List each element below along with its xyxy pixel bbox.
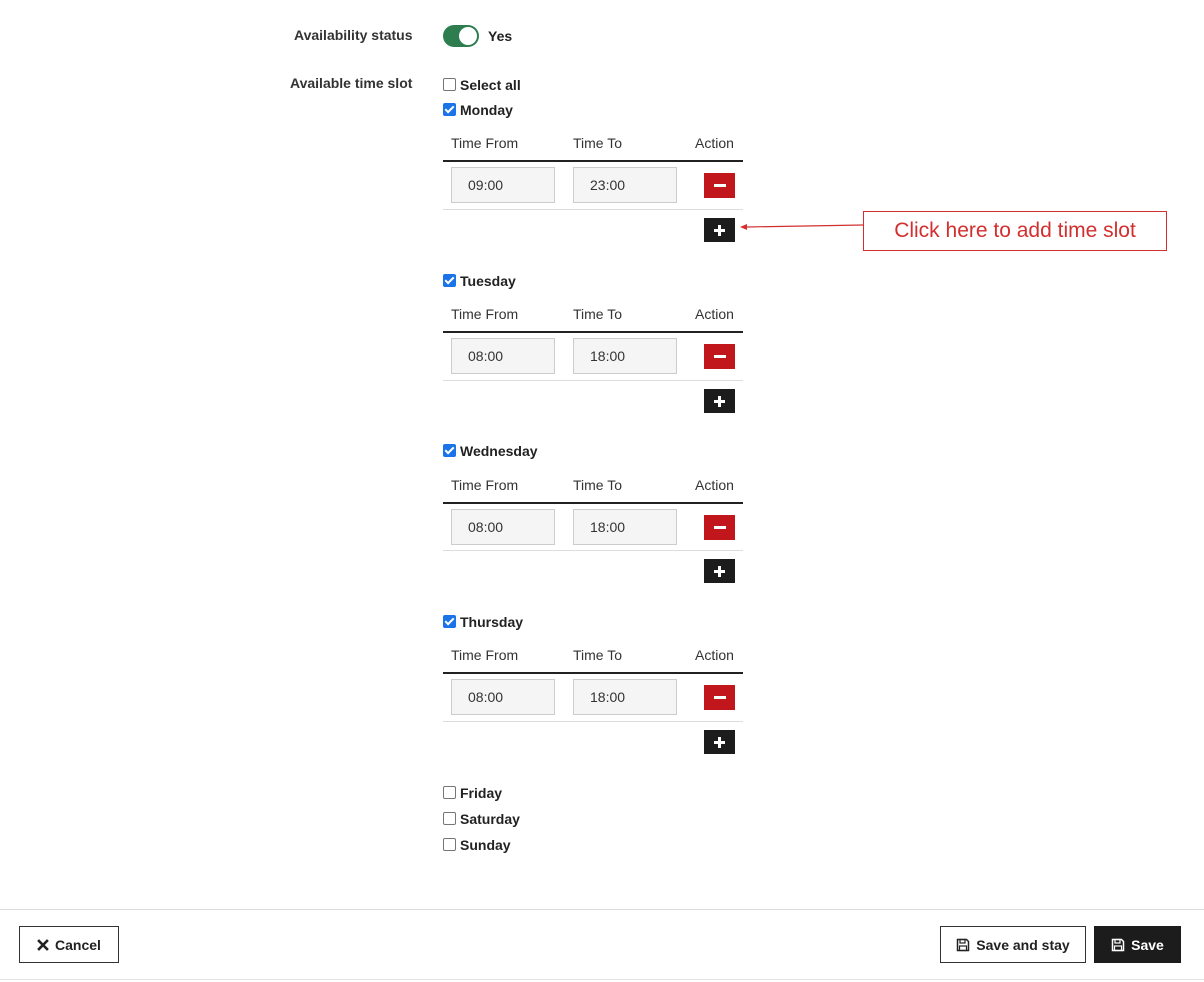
monday-col-time-to: Time To	[573, 135, 623, 151]
tuesday-checkbox[interactable]	[443, 274, 456, 287]
select-all-checkbox[interactable]	[443, 78, 456, 91]
wednesday-time-from-input[interactable]: 08:00	[451, 509, 555, 545]
available-time-slot-label: Available time slot	[290, 75, 413, 91]
thursday-add-slot-button[interactable]	[704, 730, 735, 754]
monday-remove-slot-button[interactable]	[704, 173, 735, 198]
thursday-col-time-from: Time From	[451, 647, 519, 663]
thursday-time-from-input[interactable]: 08:00	[451, 679, 555, 715]
wednesday-label: Wednesday	[460, 443, 538, 459]
monday-time-from-input[interactable]: 09:00	[451, 167, 555, 203]
tuesday-header-divider	[443, 331, 743, 333]
select-all-label: Select all	[460, 77, 521, 93]
tuesday-col-action: Action	[695, 306, 734, 322]
save-and-stay-label: Save and stay	[976, 936, 1070, 953]
sunday-checkbox[interactable]	[443, 838, 456, 851]
wednesday-col-action: Action	[695, 477, 734, 493]
minus-icon	[713, 696, 726, 699]
tuesday-label: Tuesday	[460, 273, 516, 289]
save-and-stay-button[interactable]: Save and stay	[940, 926, 1086, 963]
availability-toggle-value: Yes	[488, 28, 513, 44]
tuesday-time-to-input[interactable]: 18:00	[573, 338, 677, 374]
thursday-header-divider	[443, 672, 743, 674]
thursday-label: Thursday	[460, 614, 524, 630]
monday-label: Monday	[460, 102, 513, 118]
saturday-label: Saturday	[460, 811, 520, 827]
availability-status-label: Availability status	[294, 27, 413, 43]
monday-add-slot-button[interactable]	[704, 218, 735, 242]
cancel-button[interactable]: Cancel	[19, 926, 119, 963]
annotation-callout: Click here to add time slot	[863, 211, 1167, 251]
monday-checkbox[interactable]	[443, 103, 456, 116]
thursday-time-to-input[interactable]: 18:00	[573, 679, 677, 715]
annotation-arrow	[740, 224, 864, 230]
availability-toggle[interactable]	[443, 25, 479, 47]
thursday-row-divider	[443, 721, 743, 722]
saturday-checkbox[interactable]	[443, 812, 456, 825]
tuesday-add-slot-button[interactable]	[704, 389, 735, 413]
thursday-col-time-to: Time To	[573, 647, 623, 663]
wednesday-time-to-input[interactable]: 18:00	[573, 509, 677, 545]
x-icon	[37, 938, 49, 951]
tuesday-time-from-input[interactable]: 08:00	[451, 338, 555, 374]
cancel-button-label: Cancel	[55, 936, 101, 953]
save-button[interactable]: Save	[1094, 926, 1181, 963]
plus-icon	[714, 395, 725, 407]
save-button-label: Save	[1131, 936, 1164, 953]
page-bottom-border	[0, 979, 1204, 980]
wednesday-checkbox[interactable]	[443, 444, 456, 457]
monday-time-to-input[interactable]: 23:00	[573, 167, 677, 203]
monday-header-divider	[443, 160, 743, 162]
monday-col-time-from: Time From	[451, 135, 519, 151]
thursday-col-action: Action	[695, 647, 734, 663]
minus-icon	[713, 184, 726, 187]
friday-label: Friday	[460, 785, 503, 801]
monday-row-divider	[443, 209, 743, 210]
sunday-label: Sunday	[460, 837, 511, 853]
wednesday-remove-slot-button[interactable]	[704, 515, 735, 540]
tuesday-row-divider	[443, 380, 743, 381]
plus-icon	[714, 736, 725, 748]
wednesday-add-slot-button[interactable]	[704, 559, 735, 583]
wednesday-header-divider	[443, 502, 743, 504]
tuesday-col-time-from: Time From	[451, 306, 519, 322]
thursday-checkbox[interactable]	[443, 615, 456, 628]
toggle-knob	[459, 27, 477, 45]
wednesday-col-time-to: Time To	[573, 477, 623, 493]
footer-divider	[0, 909, 1204, 910]
minus-icon	[713, 355, 726, 358]
plus-icon	[714, 224, 725, 236]
floppy-disk-icon	[1111, 938, 1125, 952]
friday-checkbox[interactable]	[443, 786, 456, 799]
floppy-disk-icon	[956, 938, 970, 952]
thursday-remove-slot-button[interactable]	[704, 685, 735, 710]
plus-icon	[714, 565, 725, 577]
tuesday-remove-slot-button[interactable]	[704, 344, 735, 369]
wednesday-col-time-from: Time From	[451, 477, 519, 493]
wednesday-row-divider	[443, 550, 743, 551]
minus-icon	[713, 526, 726, 529]
monday-col-action: Action	[695, 135, 734, 151]
tuesday-col-time-to: Time To	[573, 306, 623, 322]
